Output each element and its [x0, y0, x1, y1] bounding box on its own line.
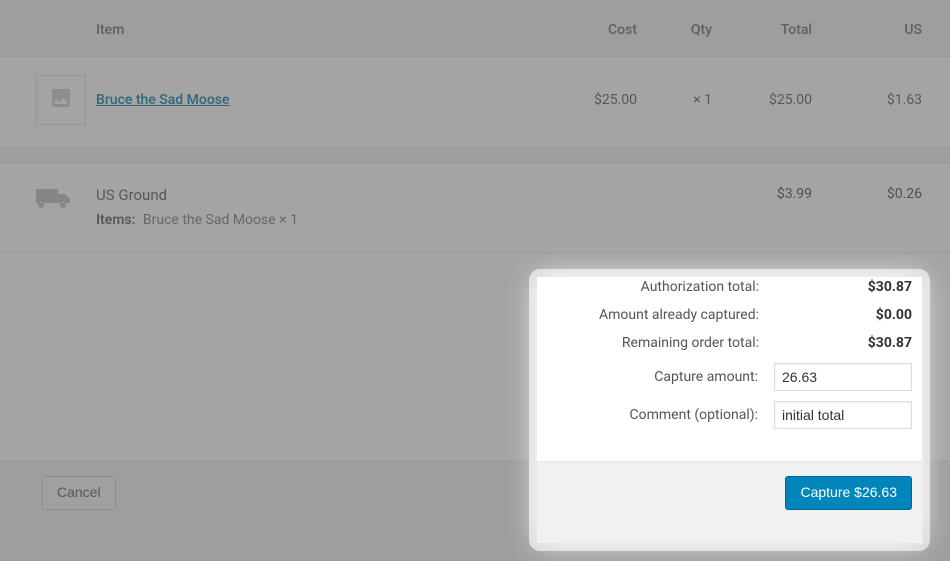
capture-comment-label: Comment (optional):: [552, 407, 774, 423]
product-name-link[interactable]: Bruce the Sad Moose: [96, 92, 230, 108]
capture-comment-input[interactable]: [774, 401, 912, 429]
items-header-row: Item Cost Qty Total US: [0, 0, 950, 57]
remaining-total-value: $30.87: [777, 335, 912, 351]
shipping-row: US Ground Items: Bruce the Sad Moose × 1…: [0, 164, 950, 253]
already-captured-value: $0.00: [777, 307, 912, 323]
line-total: $25.00: [712, 92, 812, 108]
shipping-items: Items: Bruce the Sad Moose × 1: [96, 212, 532, 228]
col-total: Total: [712, 22, 812, 38]
capture-summary: Authorization total: $30.87 Amount alrea…: [0, 253, 950, 462]
footer-actions: Cancel Capture $26.63: [0, 462, 950, 510]
col-cost: Cost: [532, 22, 637, 38]
shipping-tax: $0.26: [812, 186, 922, 202]
image-placeholder-icon: [49, 86, 73, 114]
shipping-items-text: Bruce the Sad Moose × 1: [143, 212, 298, 228]
capture-amount-label: Capture amount:: [552, 369, 774, 385]
capture-button[interactable]: Capture $26.63: [785, 476, 912, 510]
product-thumbnail: [36, 75, 86, 125]
line-item-row: Bruce the Sad Moose $25.00 × 1 $25.00 $1…: [0, 57, 950, 148]
remaining-total-label: Remaining order total:: [552, 335, 777, 351]
auth-total-label: Authorization total:: [552, 279, 777, 295]
col-qty: Qty: [637, 22, 712, 38]
truck-icon: [36, 186, 72, 214]
line-cost: $25.00: [532, 92, 637, 108]
cancel-button[interactable]: Cancel: [42, 476, 116, 510]
line-tax: $1.63: [812, 92, 922, 108]
shipping-name: US Ground: [96, 186, 532, 204]
shipping-items-label: Items:: [96, 212, 135, 228]
capture-amount-input[interactable]: [774, 363, 912, 391]
shipping-total: $3.99: [712, 186, 812, 202]
auth-total-value: $30.87: [777, 279, 912, 295]
col-tax: US: [812, 22, 922, 38]
already-captured-label: Amount already captured:: [552, 307, 777, 323]
line-qty: × 1: [637, 92, 712, 108]
col-item: Item: [96, 22, 532, 38]
